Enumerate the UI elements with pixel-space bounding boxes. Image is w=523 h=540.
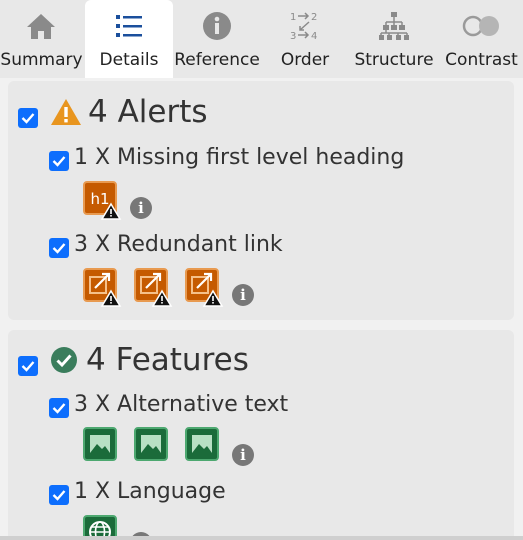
missing-heading-checkbox[interactable] (49, 151, 69, 171)
details-panel: 4 Alerts 1 X Missing first level heading… (0, 78, 523, 540)
image-icon[interactable] (185, 427, 221, 463)
image-icon[interactable] (134, 427, 170, 463)
redundant-link-label: 3 X Redundant link (74, 232, 283, 257)
image-icon[interactable] (83, 427, 119, 463)
home-icon (21, 10, 61, 42)
missing-heading-icon[interactable]: h1 (83, 181, 122, 220)
tab-order[interactable]: 1 2 3 4 Order (262, 0, 348, 78)
tab-bar: Summary Details Reference 1 2 3 4 Order … (0, 0, 523, 78)
tab-label-summary: Summary (0, 50, 83, 70)
features-checkbox[interactable] (18, 356, 38, 376)
redundant-link-icon[interactable] (83, 268, 122, 307)
horizontal-scrollbar[interactable] (0, 536, 523, 540)
language-label: 1 X Language (74, 479, 226, 504)
alternative-text-info-icon[interactable]: i (232, 444, 254, 466)
contrast-icon (461, 10, 501, 42)
alerts-title: 4 Alerts (88, 94, 208, 130)
language-checkbox[interactable] (49, 485, 69, 505)
tab-reference[interactable]: Reference (174, 0, 260, 78)
alternative-text-checkbox[interactable] (49, 398, 69, 418)
alerts-group: 4 Alerts 1 X Missing first level heading… (8, 81, 514, 320)
alerts-checkbox[interactable] (18, 108, 38, 128)
missing-heading-info-icon[interactable]: i (130, 197, 152, 219)
svg-text:2: 2 (311, 12, 317, 23)
tab-label-order: Order (280, 50, 330, 70)
tab-label-details: Details (99, 50, 159, 70)
tab-label-structure: Structure (354, 50, 434, 70)
order-icon: 1 2 3 4 (285, 10, 325, 42)
redundant-link-info-icon[interactable]: i (232, 284, 254, 306)
svg-text:h1: h1 (90, 190, 109, 208)
check-circle-icon (50, 346, 78, 378)
list-icon (109, 10, 149, 42)
tab-label-contrast: Contrast (445, 50, 518, 70)
redundant-link-icon[interactable] (185, 268, 224, 307)
svg-text:1: 1 (290, 12, 296, 23)
alternative-text-label: 3 X Alternative text (74, 392, 289, 417)
svg-text:3: 3 (290, 31, 296, 42)
tab-details[interactable]: Details (85, 0, 173, 78)
tab-structure[interactable]: Structure (350, 0, 438, 78)
missing-heading-label: 1 X Missing first level heading (74, 145, 405, 170)
tab-label-reference: Reference (174, 50, 260, 70)
redundant-link-checkbox[interactable] (49, 238, 69, 258)
tab-contrast[interactable]: Contrast (440, 0, 523, 78)
structure-icon (374, 10, 414, 42)
info-circle-icon (197, 10, 237, 42)
tab-summary[interactable]: Summary (0, 0, 83, 78)
svg-text:4: 4 (311, 31, 317, 42)
features-group: 4 Features 3 X Alternative text i 1 X La… (8, 330, 514, 540)
redundant-link-icon[interactable] (134, 268, 173, 307)
features-title: 4 Features (86, 342, 249, 378)
warning-icon (50, 98, 82, 130)
